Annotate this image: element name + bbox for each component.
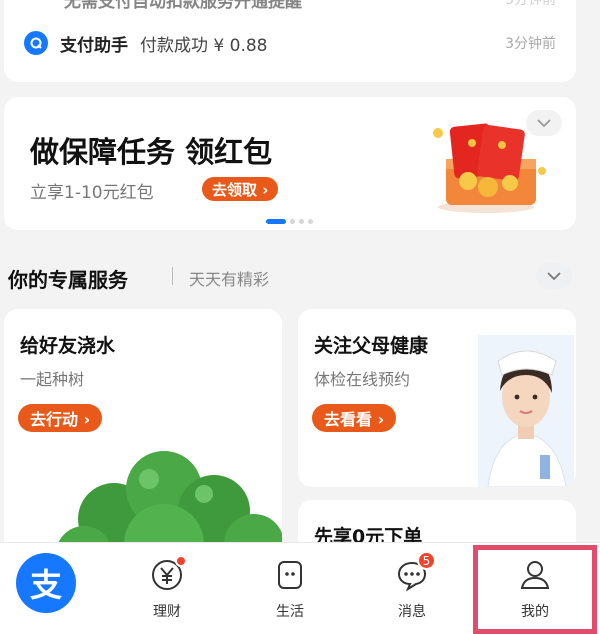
banner-subtitle: 立享1-10元红包 xyxy=(30,183,154,203)
notification-source: 支付助手 xyxy=(60,35,128,56)
carousel-indicator xyxy=(266,219,313,224)
section-collapse-button[interactable] xyxy=(536,263,572,289)
go-see-button[interactable]: 去看看 › xyxy=(312,404,397,432)
notification-dot xyxy=(175,555,187,567)
promo-banner[interactable]: 做保障任务 领红包 立享1-10元红包 去领取 › xyxy=(4,97,576,230)
claim-red-packet-button[interactable]: 去领取 › xyxy=(202,177,279,201)
notification-message: 付款成功 ¥ 0.88 xyxy=(140,35,268,56)
tab-label: 生活 xyxy=(276,604,304,620)
service-subtitle: 一起种树 xyxy=(20,370,85,389)
notification-time: 3分钟前 xyxy=(505,0,556,8)
carousel-dot xyxy=(299,219,304,224)
chevron-down-icon xyxy=(537,118,551,127)
section-subtitle: 天天有精彩 xyxy=(189,270,270,289)
service-card-water-friends[interactable]: 给好友浇水 一起种树 去行动 › xyxy=(4,309,282,569)
highlight-box xyxy=(473,545,597,634)
notification-row[interactable]: 无需支付自动扣款服务开通提醒 3分钟前 xyxy=(24,0,556,14)
notification-row[interactable]: 支付助手 付款成功 ¥ 0.88 3分钟前 xyxy=(24,28,556,58)
carousel-dot xyxy=(308,219,313,224)
carousel-dot xyxy=(290,219,295,224)
service-title: 关注父母健康 xyxy=(314,335,429,357)
tab-messages[interactable]: 5 消息 xyxy=(372,543,452,634)
message-bubble-icon: 5 xyxy=(392,551,436,595)
section-title: 你的专属服务 xyxy=(8,268,128,292)
banner-title: 做保障任务 领红包 xyxy=(30,135,273,169)
chevron-down-icon xyxy=(547,271,561,280)
notification-card: 无需支付自动扣款服务开通提醒 3分钟前 支付助手 付款成功 ¥ 0.88 3分钟… xyxy=(4,0,576,82)
service-title: 给好友浇水 xyxy=(20,335,116,357)
wealth-icon xyxy=(147,555,187,595)
section-divider xyxy=(172,267,173,285)
tab-life[interactable]: 生活 xyxy=(250,543,330,634)
tab-wealth[interactable]: 理财 xyxy=(127,543,207,634)
tab-label: 理财 xyxy=(153,604,181,620)
service-subtitle: 体检在线预约 xyxy=(314,370,411,389)
notification-time: 3分钟前 xyxy=(505,36,556,52)
carousel-dot xyxy=(266,219,286,224)
life-icon xyxy=(270,555,310,595)
alipay-home-button[interactable]: 支 xyxy=(16,553,76,613)
notification-message: 无需支付自动扣款服务开通提醒 xyxy=(64,0,302,12)
nurse-illustration xyxy=(478,335,574,487)
banner-collapse-button[interactable] xyxy=(526,110,562,136)
go-act-button[interactable]: 去行动 › xyxy=(18,404,103,432)
service-card-parents-health[interactable]: 关注父母健康 体检在线预约 去看看 › xyxy=(298,309,576,487)
pay-assistant-icon xyxy=(24,31,48,55)
tab-label: 消息 xyxy=(398,604,426,620)
message-count-badge: 5 xyxy=(417,551,436,570)
